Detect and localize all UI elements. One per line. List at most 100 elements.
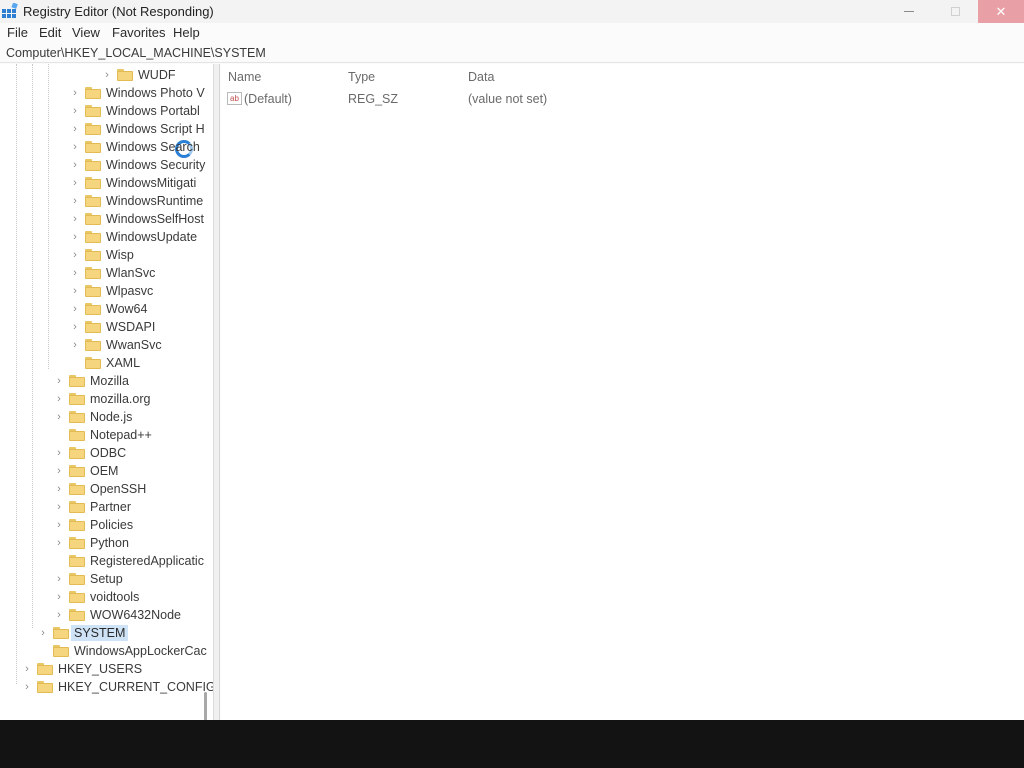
tree-item-label: WSDAPI xyxy=(106,320,156,334)
chevron-right-icon[interactable]: › xyxy=(53,480,65,498)
chevron-right-icon[interactable]: › xyxy=(69,120,81,138)
chevron-right-icon[interactable]: › xyxy=(21,678,33,696)
column-header-name[interactable]: Name xyxy=(228,70,261,84)
tree-item[interactable]: › voidtools xyxy=(53,588,139,606)
close-button[interactable]: ✕ xyxy=(978,0,1024,23)
menu-file[interactable]: File xyxy=(7,25,28,40)
chevron-right-icon[interactable]: › xyxy=(69,300,81,318)
tree-item-label: WindowsUpdate xyxy=(106,230,198,244)
tree-item[interactable]: › WindowsUpdate xyxy=(69,228,197,246)
chevron-right-icon[interactable]: › xyxy=(69,102,81,120)
tree-item[interactable]: › mozilla.org xyxy=(53,390,150,408)
chevron-right-icon[interactable]: › xyxy=(37,624,49,642)
folder-icon xyxy=(69,375,85,387)
chevron-right-icon[interactable]: › xyxy=(69,336,81,354)
tree-item[interactable]: › Mozilla xyxy=(53,372,129,390)
tree-item[interactable]: › Wisp xyxy=(69,246,134,264)
chevron-right-icon[interactable]: › xyxy=(53,372,65,390)
tree-item[interactable]: › Windows Photo V xyxy=(69,84,205,102)
tree-item[interactable]: › OpenSSH xyxy=(53,480,146,498)
chevron-right-icon[interactable]: › xyxy=(69,156,81,174)
tree-item[interactable]: › Windows Portabl xyxy=(69,102,200,120)
folder-icon xyxy=(117,69,133,81)
value-data[interactable]: (value not set) xyxy=(468,92,547,106)
tree-item[interactable]: › Windows Search xyxy=(69,138,200,156)
folder-icon xyxy=(69,411,85,423)
tree-item[interactable]: ›RegisteredApplicatic xyxy=(53,552,204,570)
menu-help[interactable]: Help xyxy=(173,25,200,40)
maximize-button[interactable] xyxy=(932,0,978,23)
menu-edit[interactable]: Edit xyxy=(39,25,61,40)
tree-item[interactable]: › Setup xyxy=(53,570,123,588)
tree-item[interactable]: › Policies xyxy=(53,516,133,534)
chevron-right-icon[interactable]: › xyxy=(53,498,65,516)
chevron-right-icon[interactable]: › xyxy=(53,534,65,552)
key-tree-pane[interactable]: › WUDF › Windows Photo V › Windows Portabl › Wi… xyxy=(0,64,214,720)
registry-editor-window: Registry Editor (Not Responding) ✕ File … xyxy=(0,0,1024,720)
column-header-type[interactable]: Type xyxy=(348,70,375,84)
chevron-right-icon[interactable]: › xyxy=(53,408,65,426)
tree-item[interactable]: › Partner xyxy=(53,498,131,516)
chevron-right-icon[interactable]: › xyxy=(69,228,81,246)
chevron-right-icon[interactable]: › xyxy=(53,606,65,624)
chevron-right-icon[interactable]: › xyxy=(69,210,81,228)
tree-item[interactable]: ›Notepad++ xyxy=(53,426,152,444)
title-bar[interactable]: Registry Editor (Not Responding) ✕ xyxy=(0,0,1024,23)
tree-item[interactable]: ›XAML xyxy=(69,354,140,372)
tree-item[interactable]: › Wlpasvc xyxy=(69,282,153,300)
tree-item[interactable]: › WindowsMitigati xyxy=(69,174,196,192)
taskbar xyxy=(0,720,1024,768)
chevron-right-icon[interactable]: › xyxy=(69,264,81,282)
tree-item[interactable]: › Python xyxy=(53,534,129,552)
pane-splitter[interactable] xyxy=(214,64,220,720)
folder-icon xyxy=(85,123,101,135)
menu-favorites[interactable]: Favorites xyxy=(112,25,165,40)
tree-item[interactable]: › Windows Script H xyxy=(69,120,204,138)
tree-item[interactable]: › ODBC xyxy=(53,444,126,462)
tree-guide-line xyxy=(16,64,17,684)
tree-item[interactable]: › WlanSvc xyxy=(69,264,155,282)
tree-item[interactable]: › OEM xyxy=(53,462,118,480)
menu-view[interactable]: View xyxy=(72,25,100,40)
chevron-right-icon[interactable]: › xyxy=(69,174,81,192)
chevron-right-icon[interactable]: › xyxy=(21,660,33,678)
chevron-right-icon[interactable]: › xyxy=(53,390,65,408)
tree-vertical-scrollbar[interactable] xyxy=(204,692,207,720)
folder-icon xyxy=(37,663,53,675)
chevron-right-icon[interactable]: › xyxy=(53,570,65,588)
address-path[interactable]: Computer\HKEY_LOCAL_MACHINE\SYSTEM xyxy=(6,46,266,60)
chevron-right-icon[interactable]: › xyxy=(53,516,65,534)
tree-item[interactable]: › HKEY_CURRENT_CONFIG xyxy=(21,678,213,696)
tree-item[interactable]: › Windows Security xyxy=(69,156,205,174)
chevron-right-icon[interactable]: › xyxy=(69,246,81,264)
column-header-data[interactable]: Data xyxy=(468,70,494,84)
chevron-right-icon[interactable]: › xyxy=(53,444,65,462)
tree-item[interactable]: › Node.js xyxy=(53,408,132,426)
minimize-button[interactable] xyxy=(886,0,932,23)
chevron-right-icon[interactable]: › xyxy=(69,282,81,300)
tree-item[interactable]: › SYSTEM xyxy=(37,624,129,642)
chevron-right-icon[interactable]: › xyxy=(69,84,81,102)
values-pane[interactable]: Name Type Data ab (Default) REG_SZ (valu… xyxy=(221,64,1024,720)
tree-item[interactable]: › WSDAPI xyxy=(69,318,155,336)
tree-item[interactable]: › WOW6432Node xyxy=(53,606,181,624)
chevron-right-icon[interactable]: › xyxy=(53,588,65,606)
folder-icon xyxy=(53,627,69,639)
tree-item[interactable]: › Wow64 xyxy=(69,300,147,318)
string-value-icon: ab xyxy=(227,92,242,105)
chevron-right-icon[interactable]: › xyxy=(53,462,65,480)
tree-item[interactable]: › WindowsSelfHost xyxy=(69,210,204,228)
tree-item[interactable]: › WwanSvc xyxy=(69,336,161,354)
value-type[interactable]: REG_SZ xyxy=(348,92,398,106)
chevron-right-icon[interactable]: › xyxy=(69,138,81,156)
tree-item-label: Wisp xyxy=(106,248,134,262)
tree-item[interactable]: ›WindowsAppLockerCac xyxy=(37,642,207,660)
tree-item[interactable]: › HKEY_USERS xyxy=(21,660,142,678)
value-name[interactable]: (Default) xyxy=(244,92,292,106)
tree-item[interactable]: › WUDF xyxy=(101,66,175,84)
address-bar[interactable]: Computer\HKEY_LOCAL_MACHINE\SYSTEM xyxy=(0,43,1024,63)
chevron-right-icon[interactable]: › xyxy=(101,66,113,84)
tree-item[interactable]: › WindowsRuntime xyxy=(69,192,203,210)
chevron-right-icon[interactable]: › xyxy=(69,318,81,336)
chevron-right-icon[interactable]: › xyxy=(69,192,81,210)
